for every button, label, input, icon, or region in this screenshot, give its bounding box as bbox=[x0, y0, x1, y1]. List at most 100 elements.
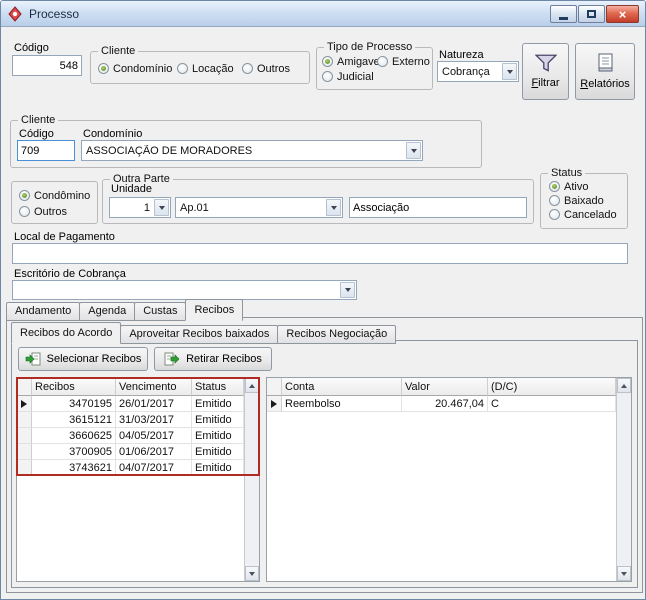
scroll-up-button[interactable] bbox=[617, 378, 631, 393]
parte-nome-input[interactable] bbox=[349, 197, 527, 218]
maximize-button[interactable] bbox=[578, 5, 605, 23]
cliente-codigo-input[interactable] bbox=[17, 140, 75, 161]
radio-condominio[interactable]: Condomínio bbox=[98, 62, 172, 75]
radio-dot-icon bbox=[322, 71, 333, 82]
tab-custas[interactable]: Custas bbox=[134, 302, 186, 321]
relatorios-button[interactable]: Relatórios bbox=[575, 43, 635, 100]
natureza-label: Natureza bbox=[439, 49, 484, 61]
selector-header-cell[interactable] bbox=[17, 378, 32, 396]
radio-outros-cliente[interactable]: Outros bbox=[242, 62, 290, 75]
col-header-valor[interactable]: Valor bbox=[402, 378, 488, 396]
dropdown-arrow-button[interactable] bbox=[406, 142, 421, 159]
unidade-label: Unidade bbox=[111, 183, 152, 195]
window-title: Processo bbox=[29, 7, 79, 21]
apartamento-value: Ap.01 bbox=[180, 202, 322, 214]
radio-outros-cliente-label: Outros bbox=[257, 63, 290, 75]
radio-locacao[interactable]: Locação bbox=[177, 62, 234, 75]
radio-dot-icon bbox=[377, 56, 388, 67]
table-row[interactable]: 3615121 31/03/2017 Emitido bbox=[17, 412, 244, 428]
cell-status: Emitido bbox=[192, 412, 244, 428]
cell-recibo: 3615121 bbox=[32, 412, 116, 428]
close-button[interactable]: × bbox=[606, 5, 639, 23]
natureza-combo[interactable]: Cobrança bbox=[437, 61, 519, 82]
tab-recibos[interactable]: Recibos bbox=[185, 299, 243, 321]
condominio-label: Condomínio bbox=[83, 128, 142, 140]
col-header-vencimento[interactable]: Vencimento bbox=[116, 378, 192, 396]
tab-aproveitar-recibos[interactable]: Aproveitar Recibos baixados bbox=[120, 325, 278, 344]
minimize-button[interactable] bbox=[550, 5, 577, 23]
radio-dot-icon bbox=[549, 181, 560, 192]
col-header-status[interactable]: Status bbox=[192, 378, 244, 396]
scroll-down-button[interactable] bbox=[245, 566, 259, 581]
tab-andamento[interactable]: Andamento bbox=[6, 302, 80, 321]
radio-externo[interactable]: Externo bbox=[377, 55, 430, 68]
retirar-recibos-label: Retirar Recibos bbox=[186, 353, 262, 365]
selecionar-recibos-label: Selecionar Recibos bbox=[47, 353, 142, 365]
row-selector-cell[interactable] bbox=[17, 428, 32, 444]
filtrar-button[interactable]: Filtrar bbox=[522, 43, 569, 100]
filter-icon bbox=[535, 54, 557, 73]
relatorios-label: Relatórios bbox=[580, 78, 630, 90]
radio-baixado[interactable]: Baixado bbox=[549, 194, 604, 207]
radio-dot-icon bbox=[177, 63, 188, 74]
radio-dot-icon bbox=[242, 63, 253, 74]
apartamento-combo[interactable]: Ap.01 bbox=[175, 197, 343, 218]
tab-recibos-acordo[interactable]: Recibos do Acordo bbox=[11, 322, 121, 344]
row-selector-cell[interactable] bbox=[17, 444, 32, 460]
col-header-recibos[interactable]: Recibos bbox=[32, 378, 116, 396]
cliente-codigo-label: Código bbox=[19, 128, 54, 140]
conta-scrollbar[interactable] bbox=[616, 378, 631, 581]
dropdown-arrow-button[interactable] bbox=[154, 199, 169, 216]
dropdown-arrow-button[interactable] bbox=[326, 199, 341, 216]
row-selector-cell[interactable] bbox=[17, 412, 32, 428]
col-header-conta[interactable]: Conta bbox=[282, 378, 402, 396]
main-tabstrip: Andamento Agenda Custas Recibos bbox=[6, 299, 243, 321]
titlebar[interactable]: Processo × bbox=[1, 1, 645, 27]
arrow-down-icon bbox=[249, 572, 255, 576]
radio-cancelado[interactable]: Cancelado bbox=[549, 208, 617, 221]
radio-judicial[interactable]: Judicial bbox=[322, 70, 374, 83]
radio-outros-parte-label: Outros bbox=[34, 206, 67, 218]
radio-dot-icon bbox=[549, 195, 560, 206]
radio-outros-parte[interactable]: Outros bbox=[19, 205, 67, 218]
cell-vencimento: 04/05/2017 bbox=[116, 428, 192, 444]
col-header-dc[interactable]: (D/C) bbox=[488, 378, 616, 396]
outra-parte-group: Outra Parte Unidade 1 Ap.01 bbox=[102, 179, 534, 224]
scroll-down-button[interactable] bbox=[617, 566, 631, 581]
table-row[interactable]: 3700905 01/06/2017 Emitido bbox=[17, 444, 244, 460]
parte-radio-group: Condômino Outros bbox=[11, 181, 98, 224]
unidade-combo[interactable]: 1 bbox=[109, 197, 171, 218]
condominio-combo[interactable]: ASSOCIAÇÃO DE MORADORES bbox=[81, 140, 423, 161]
dropdown-arrow-button[interactable] bbox=[502, 63, 517, 80]
row-selector-cell[interactable] bbox=[17, 460, 32, 476]
status-group: Status Ativo Baixado Cancelado bbox=[540, 173, 628, 229]
table-row[interactable]: Reembolso 20.467,04 C bbox=[267, 396, 616, 412]
retirar-recibos-button[interactable]: Retirar Recibos bbox=[154, 347, 272, 371]
radio-dot-icon bbox=[19, 190, 30, 201]
status-group-label: Status bbox=[548, 167, 585, 179]
chevron-down-icon bbox=[345, 288, 351, 292]
scroll-up-button[interactable] bbox=[245, 378, 259, 393]
cliente-group-label: Cliente bbox=[18, 114, 58, 126]
codigo-input[interactable] bbox=[12, 55, 82, 76]
conta-header-row: Conta Valor (D/C) bbox=[267, 378, 616, 396]
escritorio-combo[interactable] bbox=[12, 280, 357, 300]
radio-condomino[interactable]: Condômino bbox=[19, 189, 90, 202]
radio-dot-icon bbox=[19, 206, 30, 217]
recibos-scrollbar[interactable] bbox=[244, 378, 259, 581]
row-selector-cell[interactable] bbox=[267, 396, 282, 412]
tipo-processo-group-label: Tipo de Processo bbox=[324, 41, 415, 53]
table-row[interactable]: 3660625 04/05/2017 Emitido bbox=[17, 428, 244, 444]
radio-ativo[interactable]: Ativo bbox=[549, 180, 588, 193]
dropdown-arrow-button[interactable] bbox=[340, 282, 355, 298]
row-selector-cell[interactable] bbox=[17, 396, 32, 412]
selecionar-recibos-button[interactable]: Selecionar Recibos bbox=[18, 347, 148, 371]
chevron-down-icon bbox=[507, 70, 513, 74]
radio-amigavel[interactable]: Amigavel bbox=[322, 55, 382, 68]
tab-recibos-negociacao[interactable]: Recibos Negociação bbox=[277, 325, 396, 344]
table-row[interactable]: 3743621 04/07/2017 Emitido bbox=[17, 460, 244, 476]
table-row[interactable]: 3470195 26/01/2017 Emitido bbox=[17, 396, 244, 412]
selector-header-cell[interactable] bbox=[267, 378, 282, 396]
tab-agenda[interactable]: Agenda bbox=[79, 302, 135, 321]
local-pagamento-input[interactable] bbox=[12, 243, 628, 264]
